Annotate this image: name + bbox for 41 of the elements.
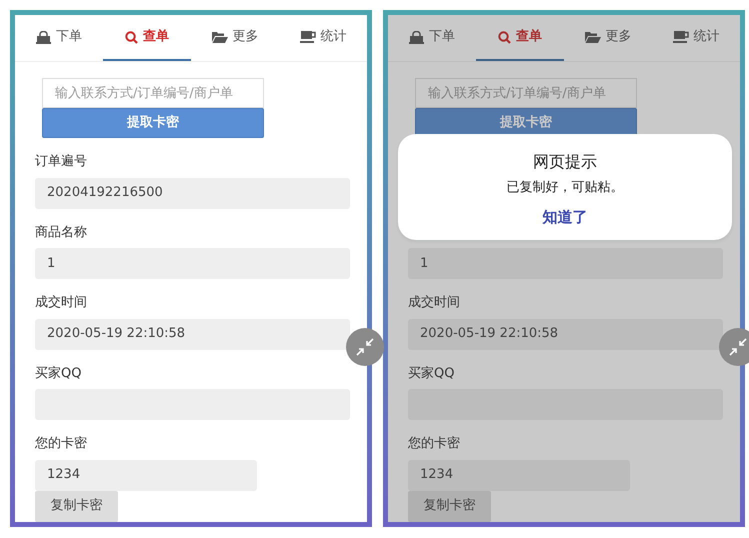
- field-label: 成交时间: [408, 294, 461, 312]
- collapse-arrows-icon: [356, 338, 374, 356]
- folder-icon: [212, 31, 228, 43]
- dialog-title: 网页提示: [532, 151, 598, 173]
- tab[interactable]: 下单: [388, 15, 476, 61]
- dialog-message: 已复制好，可贴粘。: [506, 179, 624, 197]
- search-field[interactable]: 输入联系方式/订单编号/商户单: [42, 78, 264, 108]
- folder-icon: [584, 31, 600, 43]
- field-label: 商品名称: [35, 224, 88, 242]
- collapse-arrows-icon: [729, 338, 747, 356]
- field-label: 您的卡密: [408, 435, 461, 453]
- copy-button[interactable]: 复制卡密: [408, 490, 491, 522]
- cup-icon: [300, 31, 316, 43]
- bag-icon: [409, 30, 424, 44]
- readonly-field: 1: [35, 248, 350, 279]
- search-field[interactable]: 输入联系方式/订单编号/商户单: [415, 78, 637, 108]
- search-icon: [498, 30, 511, 44]
- tab[interactable]: 更多: [191, 15, 279, 61]
- field-label: 买家QQ: [35, 364, 82, 382]
- tab[interactable]: 查单: [103, 15, 191, 61]
- search-icon: [125, 30, 138, 44]
- bag-icon: [36, 30, 51, 44]
- field-label: 您的卡密: [35, 435, 88, 453]
- tab[interactable]: 更多: [564, 15, 652, 61]
- readonly-field: 1234: [35, 460, 257, 490]
- field-label: 成交时间: [35, 294, 88, 312]
- ok-button[interactable]: 知道了: [542, 206, 588, 228]
- cup-icon: [672, 31, 688, 43]
- field-label: 订单遍号: [35, 153, 88, 171]
- tab[interactable]: 查单: [476, 15, 564, 61]
- readonly-field: 1: [408, 248, 723, 279]
- readonly-field: 2020-05-19 22:10:58: [35, 318, 350, 350]
- submit-button[interactable]: 提取卡密: [42, 108, 264, 138]
- readonly-field: 2020-05-19 22:10:58: [408, 318, 723, 350]
- tab[interactable]: 下单: [15, 15, 103, 61]
- readonly-field: 1234: [408, 460, 630, 490]
- copy-button[interactable]: 复制卡密: [35, 490, 118, 522]
- tab[interactable]: 统计: [279, 15, 367, 61]
- readonly-field: 20204192216500: [35, 178, 350, 208]
- field-label: 买家QQ: [408, 364, 456, 382]
- tab[interactable]: 统计: [652, 15, 740, 61]
